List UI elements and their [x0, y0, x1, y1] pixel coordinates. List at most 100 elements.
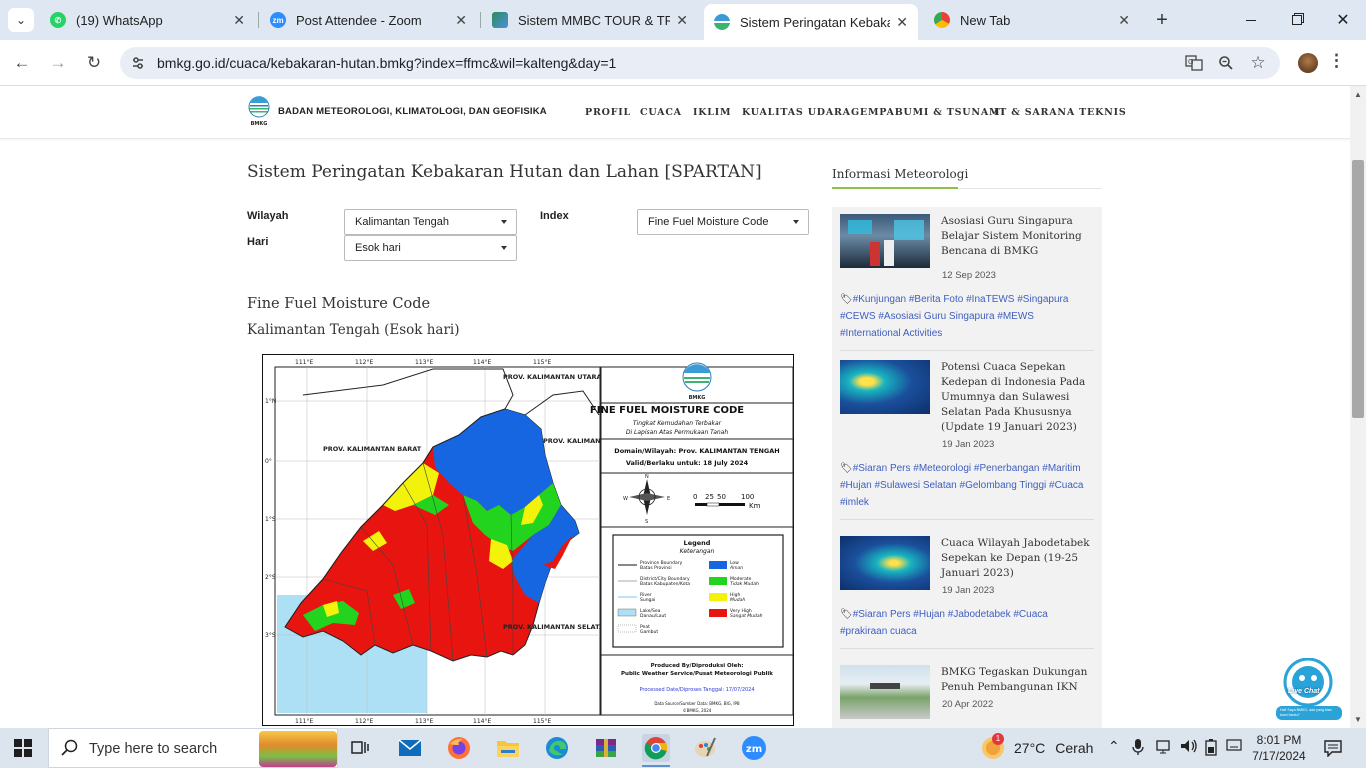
nav-gempabumi[interactable]: GEMPABUMI & TSUNAMI: [851, 107, 1006, 118]
close-tab-icon[interactable]: ✕: [455, 12, 467, 29]
news-tags[interactable]: 🏷#Siaran Pers #Meteorologi #Penerbangan …: [840, 460, 1094, 511]
search-highlight-image[interactable]: [259, 731, 337, 767]
news-item[interactable]: BMKG Tegaskan Dukungan Penuh Pembangunan…: [840, 665, 1094, 728]
news-tags[interactable]: 🏷#Kunjungan #Berita Foto #InaTEWS #Singa…: [840, 291, 1094, 342]
reload-button[interactable]: ↻: [81, 50, 107, 76]
tab-bmkg[interactable]: Sistem Peringatan Kebakara ✕: [704, 4, 918, 40]
browser-menu-icon[interactable]: ⋮: [1328, 51, 1345, 75]
web-page: BMKG BADAN METEOROLOGI, KLIMATOLOGI, DAN…: [0, 86, 1350, 728]
zoom-taskbar-icon[interactable]: zm: [740, 734, 768, 762]
news-thumbnail[interactable]: [840, 214, 930, 268]
news-thumbnail[interactable]: [840, 360, 930, 414]
legend-very-high-swatch: [709, 609, 727, 617]
news-title[interactable]: Cuaca Wilayah Jabodetabek Sepekan ke Dep…: [941, 536, 1096, 581]
ffmc-map-image[interactable]: 111°E 112°E 113°E 114°E 115°E 111°E 112°…: [262, 354, 794, 726]
volume-icon[interactable]: [1180, 738, 1198, 757]
news-tags[interactable]: 🏷#Siaran Pers #Hujan #Jabodetabek #Cuaca…: [840, 606, 1094, 640]
news-title[interactable]: Potensi Cuaca Sepekan Kedepan di Indones…: [941, 360, 1096, 435]
minimize-button[interactable]: [1228, 0, 1274, 40]
show-hidden-icons[interactable]: ⌃: [1108, 738, 1120, 755]
scroll-down-icon[interactable]: ▼: [1354, 715, 1362, 724]
news-thumbnail[interactable]: [840, 536, 930, 590]
keyboard-language-icon[interactable]: [1226, 738, 1242, 755]
news-item[interactable]: Asosiasi Guru Singapura Belajar Sistem M…: [840, 214, 1094, 354]
news-item[interactable]: Potensi Cuaca Sepekan Kedepan di Indones…: [840, 360, 1094, 520]
close-tab-icon[interactable]: ✕: [1118, 12, 1130, 29]
nav-kualitas-udara[interactable]: KUALITAS UDARA: [742, 107, 851, 118]
close-tab-icon[interactable]: ✕: [233, 12, 245, 29]
translate-icon[interactable]: G: [1184, 53, 1204, 73]
news-thumbnail[interactable]: [840, 665, 930, 719]
weather-temp: 27°C: [1014, 740, 1046, 756]
system-clock[interactable]: 8:01 PM 7/17/2024: [1248, 732, 1310, 764]
task-view-icon[interactable]: [346, 734, 374, 762]
browser-toolbar: ← → ↻ bmkg.go.id/cuaca/kebakaran-hutan.b…: [0, 40, 1366, 86]
firefox-icon[interactable]: [445, 734, 473, 762]
new-tab-button[interactable]: +: [1150, 8, 1174, 32]
news-item[interactable]: Cuaca Wilayah Jabodetabek Sepekan ke Dep…: [840, 536, 1094, 656]
tab-mmbc[interactable]: Sistem MMBC TOUR & TRAV ✕: [482, 6, 698, 34]
edge-icon[interactable]: [543, 734, 571, 762]
windows-start-icon[interactable]: [14, 739, 32, 757]
nav-iklim[interactable]: IKLIM: [693, 107, 731, 118]
lat-label: 1°S: [265, 516, 276, 523]
svg-text:Tidak Mudah: Tidak Mudah: [730, 581, 759, 587]
index-select[interactable]: Fine Fuel Moisture Code: [637, 209, 809, 235]
bookmark-star-icon[interactable]: ☆: [1248, 53, 1268, 73]
microphone-icon[interactable]: [1132, 738, 1144, 759]
chrome-taskbar-icon[interactable]: [642, 734, 670, 762]
address-bar[interactable]: bmkg.go.id/cuaca/kebakaran-hutan.bmkg?in…: [120, 47, 1280, 79]
wilayah-value: Kalimantan Tengah: [355, 216, 449, 228]
news-title[interactable]: Asosiasi Guru Singapura Belajar Sistem M…: [941, 214, 1096, 259]
news-date: 19 Jan 2023: [942, 439, 995, 450]
forward-button[interactable]: →: [45, 50, 71, 76]
zoom-lens-icon[interactable]: [1216, 53, 1236, 73]
hari-select[interactable]: Esok hari: [344, 235, 517, 261]
restore-button[interactable]: [1274, 0, 1320, 40]
profile-avatar[interactable]: [1298, 53, 1318, 73]
sidebar-title: Informasi Meteorologi: [832, 167, 969, 181]
close-tab-icon[interactable]: ✕: [896, 14, 908, 31]
url-text[interactable]: bmkg.go.id/cuaca/kebakaran-hutan.bmkg?in…: [157, 55, 616, 71]
tab-new-tab[interactable]: New Tab ✕: [924, 6, 1140, 34]
nav-cuaca[interactable]: CUACA: [640, 107, 682, 118]
tab-zoom[interactable]: zm Post Attendee - Zoom ✕: [260, 6, 477, 34]
scroll-thumb[interactable]: [1352, 160, 1364, 418]
legend-subtitle: Keterangan: [680, 548, 715, 555]
tab-search-button[interactable]: ⌄: [8, 8, 34, 32]
wilayah-select[interactable]: Kalimantan Tengah: [344, 209, 517, 235]
winrar-icon[interactable]: [592, 734, 620, 762]
back-button[interactable]: ←: [9, 50, 35, 76]
window-close-button[interactable]: ✕: [1320, 0, 1366, 40]
close-tab-icon[interactable]: ✕: [676, 12, 688, 29]
legend-moderate-swatch: [709, 577, 727, 585]
taskbar-search[interactable]: Type here to search: [48, 728, 338, 768]
site-name[interactable]: BADAN METEOROLOGI, KLIMATOLOGI, DAN GEOF…: [278, 106, 547, 117]
page-scrollbar[interactable]: ▲ ▼: [1350, 86, 1366, 728]
notification-icon[interactable]: [1324, 739, 1342, 757]
svg-text:zm: zm: [746, 744, 762, 755]
file-explorer-icon[interactable]: [494, 734, 522, 762]
tab-whatsapp[interactable]: ✆ (19) WhatsApp ✕: [40, 6, 255, 34]
mail-icon[interactable]: [396, 734, 424, 762]
site-info-icon[interactable]: [128, 53, 148, 73]
live-chat-widget[interactable]: Live Chat Hai! Saya BMKG, ada yang bisa …: [1276, 657, 1342, 722]
arrow-left-icon: ←: [13, 53, 31, 72]
bmkg-logo[interactable]: BMKG: [247, 96, 271, 128]
lat-label: 1°N: [265, 398, 276, 405]
lon-label: 112°E: [355, 359, 373, 366]
svg-text:Batas Kabupaten/Kota: Batas Kabupaten/Kota: [640, 581, 690, 587]
nav-profil[interactable]: PROFIL: [585, 107, 631, 118]
wilayah-label: Wilayah: [247, 210, 289, 222]
nav-it-sarana[interactable]: IT & SARANA TEKNIS: [994, 107, 1127, 118]
lon-label: 113°E: [415, 359, 433, 366]
lon-label: 112°E: [355, 718, 373, 725]
paint-icon[interactable]: [691, 734, 719, 762]
network-icon[interactable]: [1156, 738, 1174, 757]
news-title[interactable]: BMKG Tegaskan Dukungan Penuh Pembangunan…: [941, 665, 1096, 695]
weather-widget[interactable]: 1 27°C Cerah: [982, 733, 1093, 760]
scroll-up-icon[interactable]: ▲: [1354, 90, 1362, 99]
news-date: 20 Apr 2022: [942, 699, 994, 710]
active-app-indicator: [642, 765, 670, 767]
battery-icon[interactable]: [1204, 738, 1218, 759]
